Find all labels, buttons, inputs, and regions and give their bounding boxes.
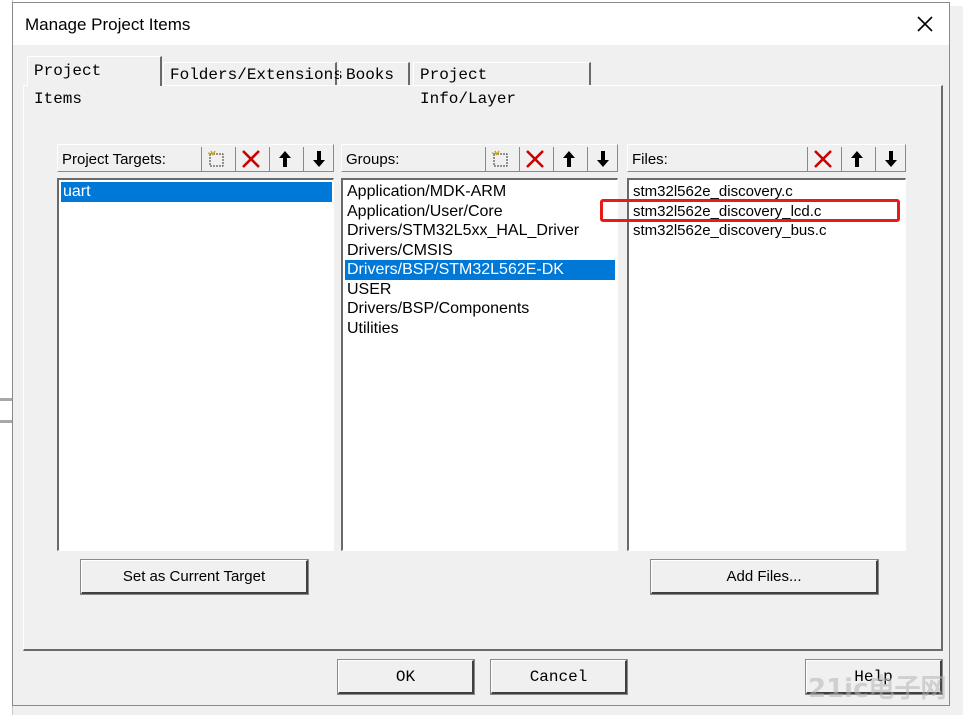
- files-header: Files:: [627, 144, 906, 172]
- group-item[interactable]: Utilities: [345, 319, 399, 339]
- group-item[interactable]: Drivers/CMSIS: [345, 241, 453, 261]
- move-up-icon: [562, 151, 575, 167]
- tab-books[interactable]: Books: [339, 62, 410, 86]
- delete-file-button[interactable]: [807, 147, 837, 171]
- group-item[interactable]: Application/User/Core: [345, 202, 503, 222]
- button-label: Cancel: [529, 667, 588, 686]
- targets-header-label: Project Targets:: [62, 151, 166, 168]
- background-divider: [0, 398, 12, 401]
- group-item[interactable]: Drivers/STM32L5xx_HAL_Driver: [345, 221, 579, 241]
- tab-project-items[interactable]: Project Items: [27, 56, 162, 108]
- targets-list[interactable]: uart: [57, 178, 334, 551]
- group-item[interactable]: Drivers/BSP/Components: [345, 299, 529, 319]
- new-target-button[interactable]: [201, 147, 231, 171]
- cancel-button[interactable]: Cancel: [490, 659, 628, 695]
- highlight-annotation-box: [600, 199, 900, 222]
- tab-label: Folders/Extensions: [170, 66, 343, 84]
- move-down-icon: [312, 151, 325, 167]
- move-file-up-button[interactable]: [841, 147, 871, 171]
- move-target-down-button[interactable]: [303, 147, 333, 171]
- move-group-down-button[interactable]: [587, 147, 617, 171]
- title-bar: Manage Project Items: [13, 3, 949, 45]
- target-item-uart[interactable]: uart: [61, 182, 332, 202]
- move-target-up-button[interactable]: [269, 147, 299, 171]
- watermark: 21ic电子网: [808, 674, 947, 704]
- delete-icon: [813, 150, 832, 168]
- move-up-icon: [850, 151, 863, 167]
- group-item[interactable]: Application/MDK-ARM: [345, 182, 506, 202]
- group-item[interactable]: Drivers/BSP/STM32L562E-DK: [345, 260, 615, 280]
- tab-folders-extensions[interactable]: Folders/Extensions: [163, 62, 343, 86]
- delete-icon: [525, 150, 544, 168]
- move-up-icon: [278, 151, 291, 167]
- button-label: Set as Current Target: [122, 568, 266, 585]
- button-label: Add Files...: [726, 568, 802, 585]
- files-header-label: Files:: [632, 151, 668, 168]
- files-list[interactable]: stm32l562e_discovery.c stm32l562e_discov…: [627, 178, 906, 551]
- groups-list[interactable]: Application/MDK-ARM Application/User/Cor…: [341, 178, 618, 551]
- groups-header: Groups:: [341, 144, 618, 172]
- tab-label: Books: [346, 66, 395, 84]
- set-current-target-button[interactable]: Set as Current Target: [80, 559, 309, 595]
- move-file-down-button[interactable]: [875, 147, 905, 171]
- close-button[interactable]: [907, 9, 943, 41]
- move-down-icon: [596, 151, 609, 167]
- ok-button[interactable]: OK: [337, 659, 475, 695]
- add-files-button[interactable]: Add Files...: [650, 559, 879, 595]
- move-down-icon: [884, 151, 897, 167]
- targets-header: Project Targets:: [57, 144, 334, 172]
- file-item[interactable]: stm32l562e_discovery_bus.c: [631, 221, 826, 241]
- new-item-icon: [491, 150, 507, 167]
- manage-project-items-dialog: Manage Project Items Project Items Folde…: [12, 2, 950, 706]
- delete-target-button[interactable]: [235, 147, 265, 171]
- delete-icon: [241, 150, 260, 168]
- groups-header-label: Groups:: [346, 151, 400, 168]
- new-group-button[interactable]: [485, 147, 515, 171]
- new-item-icon: [207, 150, 223, 167]
- window-title: Manage Project Items: [25, 15, 191, 34]
- move-group-up-button[interactable]: [553, 147, 583, 171]
- group-item[interactable]: USER: [345, 280, 391, 300]
- background-divider: [0, 420, 12, 423]
- button-label: OK: [395, 667, 416, 686]
- close-icon: [917, 16, 933, 32]
- delete-group-button[interactable]: [519, 147, 549, 171]
- tab-project-info-layer[interactable]: Project Info/Layer: [413, 62, 591, 108]
